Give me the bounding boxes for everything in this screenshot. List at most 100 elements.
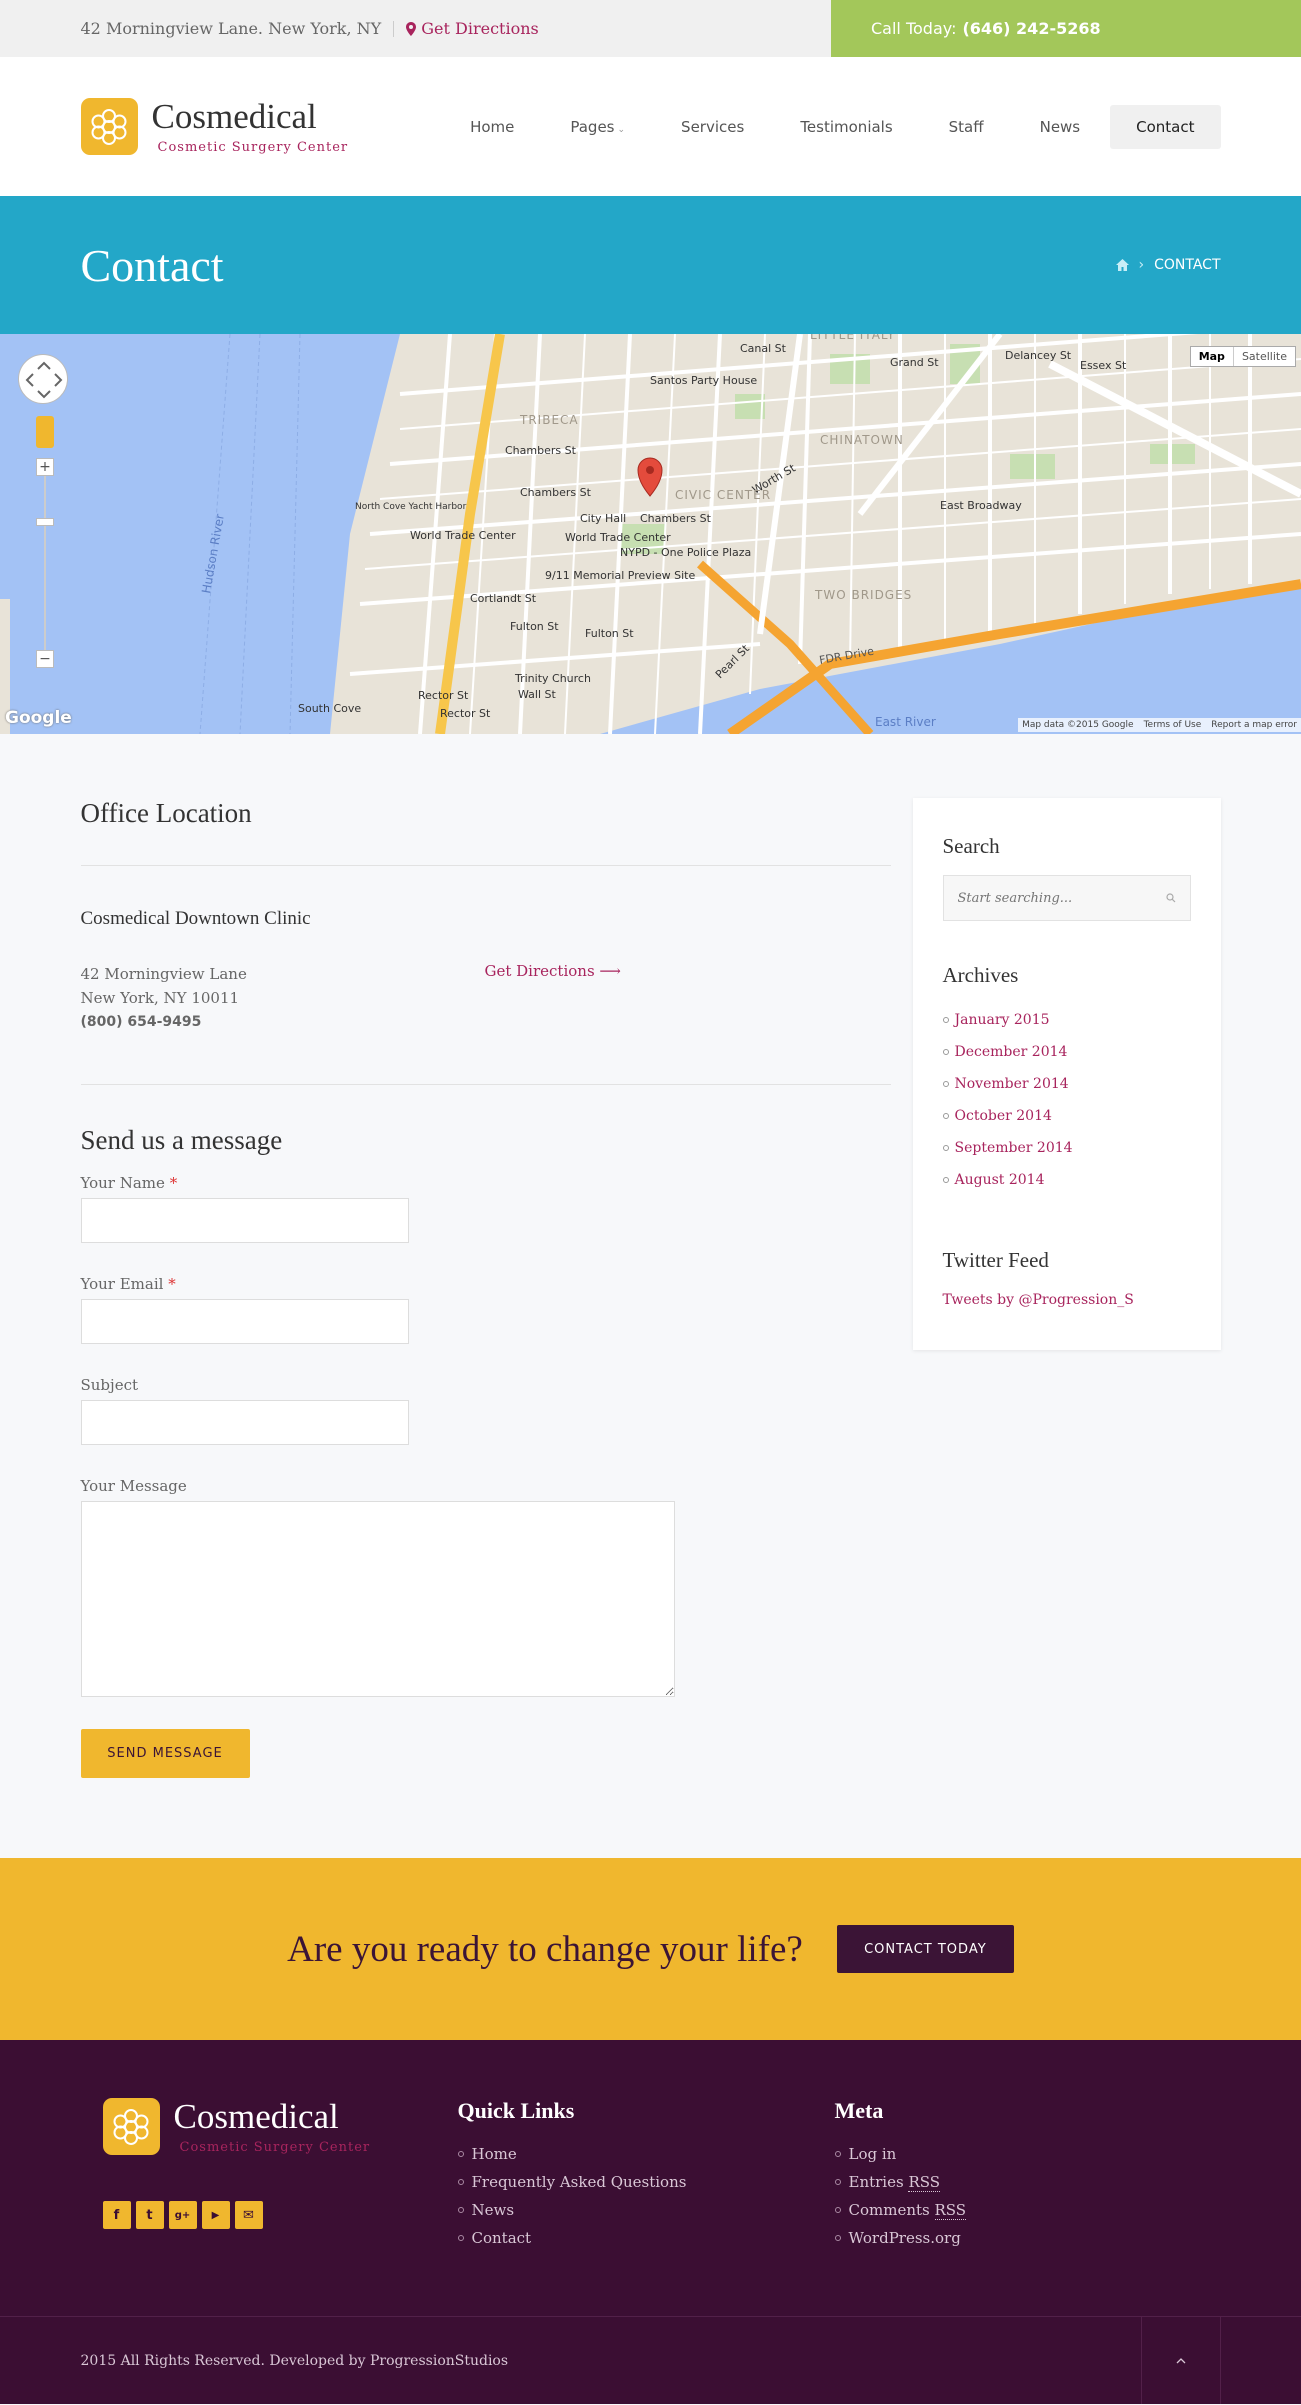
- footer-link-item[interactable]: Log in: [834, 2140, 1212, 2168]
- comments-rss-link[interactable]: Comments RSS: [849, 2196, 967, 2224]
- map-district-label: TRIBECA: [519, 413, 579, 427]
- footer-link-item[interactable]: Entries RSS: [834, 2168, 1212, 2196]
- zoom-handle[interactable]: [36, 518, 54, 526]
- bullet-icon: [457, 2235, 464, 2241]
- map-terms-link[interactable]: Terms of Use: [1144, 720, 1202, 730]
- bullet-icon: [942, 1177, 949, 1183]
- comments-label: Comments: [848, 2201, 930, 2219]
- twitter-icon[interactable]: t: [135, 2201, 164, 2229]
- map-district-label: TWO BRIDGES: [814, 588, 912, 602]
- zoom-out-button[interactable]: −: [36, 650, 54, 668]
- zoom-slider[interactable]: + −: [36, 458, 54, 668]
- archive-item[interactable]: October 2014: [942, 1100, 1191, 1132]
- wordpress-link[interactable]: WordPress.org: [849, 2224, 961, 2252]
- sidebar: Search Archives January 2015 December 20…: [912, 798, 1221, 1350]
- footer-link-item[interactable]: Comments RSS: [834, 2196, 1212, 2224]
- bullet-icon: [942, 1081, 949, 1087]
- bullet-icon: [942, 1049, 949, 1055]
- logo-tagline: Cosmetic Surgery Center: [157, 139, 349, 155]
- nav-home[interactable]: Home: [444, 105, 540, 149]
- footer-link-item[interactable]: WordPress.org: [834, 2224, 1212, 2252]
- facebook-icon[interactable]: f: [102, 2201, 131, 2229]
- name-input[interactable]: [80, 1198, 409, 1243]
- archive-link[interactable]: January 2015: [955, 1004, 1050, 1036]
- archive-link[interactable]: September 2014: [955, 1132, 1073, 1164]
- archive-item[interactable]: November 2014: [942, 1068, 1191, 1100]
- map-type-toggle: Map Satellite: [1189, 346, 1296, 367]
- map-data-credit: Map data ©2015 Google: [1022, 720, 1134, 730]
- archive-item[interactable]: September 2014: [942, 1132, 1191, 1164]
- footer-link-item[interactable]: News: [457, 2196, 835, 2224]
- chevron-down-icon: ⌄: [617, 124, 626, 135]
- email-input[interactable]: [80, 1299, 409, 1344]
- footer-logo[interactable]: Cosmedical Cosmetic Surgery Center: [102, 2098, 458, 2155]
- office-get-directions-link[interactable]: Get Directions ⟶: [485, 962, 621, 1034]
- page-title: Contact: [80, 239, 224, 291]
- footer-link[interactable]: Contact: [472, 2224, 532, 2252]
- nav-news[interactable]: News: [1014, 105, 1107, 149]
- pegman-icon[interactable]: [36, 416, 54, 448]
- archive-item[interactable]: August 2014: [942, 1164, 1191, 1196]
- nav-contact[interactable]: Contact: [1110, 104, 1221, 149]
- search-input[interactable]: [957, 890, 1158, 906]
- archive-link[interactable]: August 2014: [955, 1164, 1045, 1196]
- twitter-feed-link[interactable]: Tweets by @Progression_S: [943, 1292, 1134, 1308]
- name-group: Your Name *: [80, 1174, 891, 1243]
- footer-link[interactable]: News: [472, 2196, 515, 2224]
- home-icon[interactable]: [1115, 259, 1129, 271]
- archive-item[interactable]: January 2015: [942, 1004, 1191, 1036]
- message-textarea[interactable]: [80, 1501, 675, 1697]
- youtube-icon[interactable]: ▶: [201, 2201, 230, 2229]
- google-map[interactable]: Canal St Santos Party House Chambers St …: [0, 334, 1301, 734]
- map-attribution: Map data ©2015 Google Terms of Use Repor…: [1018, 718, 1301, 732]
- footer-link[interactable]: Frequently Asked Questions: [472, 2168, 687, 2196]
- page-title-bar: Contact › CONTACT: [0, 196, 1301, 334]
- footer-logo-tagline: Cosmetic Surgery Center: [179, 2139, 371, 2155]
- archive-link[interactable]: October 2014: [955, 1100, 1052, 1132]
- footer-link-item[interactable]: Contact: [457, 2224, 835, 2252]
- map-canvas[interactable]: Canal St Santos Party House Chambers St …: [0, 334, 1301, 734]
- top-get-directions-link[interactable]: Get Directions: [406, 19, 539, 38]
- clinic-name: Cosmedical Downtown Clinic: [80, 908, 311, 929]
- call-number[interactable]: (646) 242-5268: [962, 19, 1100, 38]
- archive-link[interactable]: November 2014: [955, 1068, 1069, 1100]
- footer-link-item[interactable]: Home: [457, 2140, 835, 2168]
- map-type-satellite-button[interactable]: Satellite: [1234, 347, 1295, 366]
- map-pan-control[interactable]: [18, 354, 68, 404]
- social-links: f t g+ ▶ ✉: [102, 2201, 458, 2229]
- nav-testimonials[interactable]: Testimonials: [774, 105, 918, 149]
- nav-pages[interactable]: Pages ⌄: [544, 105, 651, 149]
- subject-input[interactable]: [80, 1400, 409, 1445]
- zoom-in-button[interactable]: +: [36, 458, 54, 476]
- bullet-icon: [834, 2235, 841, 2241]
- required-mark: *: [169, 1174, 178, 1192]
- archive-link[interactable]: December 2014: [955, 1036, 1068, 1068]
- cta-text: Are you ready to change your life?: [287, 1928, 803, 1970]
- entries-rss-link[interactable]: Entries RSS: [849, 2168, 941, 2196]
- footer-link-item[interactable]: Frequently Asked Questions: [457, 2168, 835, 2196]
- nav-services[interactable]: Services: [655, 105, 770, 149]
- envelope-icon[interactable]: ✉: [234, 2201, 263, 2229]
- contact-form: Send us a message Your Name * Your Email…: [80, 1125, 891, 1778]
- map-label: Delancey St: [1005, 349, 1072, 362]
- login-link[interactable]: Log in: [849, 2140, 897, 2168]
- meta-list: Log in Entries RSS Comments RSS WordPres…: [834, 2140, 1212, 2252]
- search-icon[interactable]: [1165, 893, 1176, 903]
- archive-item[interactable]: December 2014: [942, 1036, 1191, 1068]
- main-content: Office Location Cosmedical Downtown Clin…: [0, 734, 1301, 1858]
- nav-staff[interactable]: Staff: [923, 105, 1010, 149]
- google-plus-icon[interactable]: g+: [168, 2201, 197, 2229]
- map-report-link[interactable]: Report a map error: [1211, 720, 1297, 730]
- address-line1: 42 Morningview Lane: [80, 965, 247, 983]
- bullet-icon: [457, 2179, 464, 2185]
- map-label: Essex St: [1080, 359, 1127, 372]
- footer-link[interactable]: Home: [472, 2140, 517, 2168]
- send-message-button[interactable]: SEND MESSAGE: [80, 1729, 250, 1778]
- site-logo[interactable]: Cosmedical Cosmetic Surgery Center: [80, 98, 349, 155]
- back-to-top-button[interactable]: [1140, 2317, 1221, 2404]
- map-label: Chambers St: [640, 512, 712, 525]
- map-type-map-button[interactable]: Map: [1191, 347, 1234, 366]
- contact-today-button[interactable]: CONTACT TODAY: [836, 1925, 1014, 1973]
- map-label: NYPD - One Police Plaza: [620, 546, 751, 559]
- map-label: East Broadway: [940, 499, 1022, 512]
